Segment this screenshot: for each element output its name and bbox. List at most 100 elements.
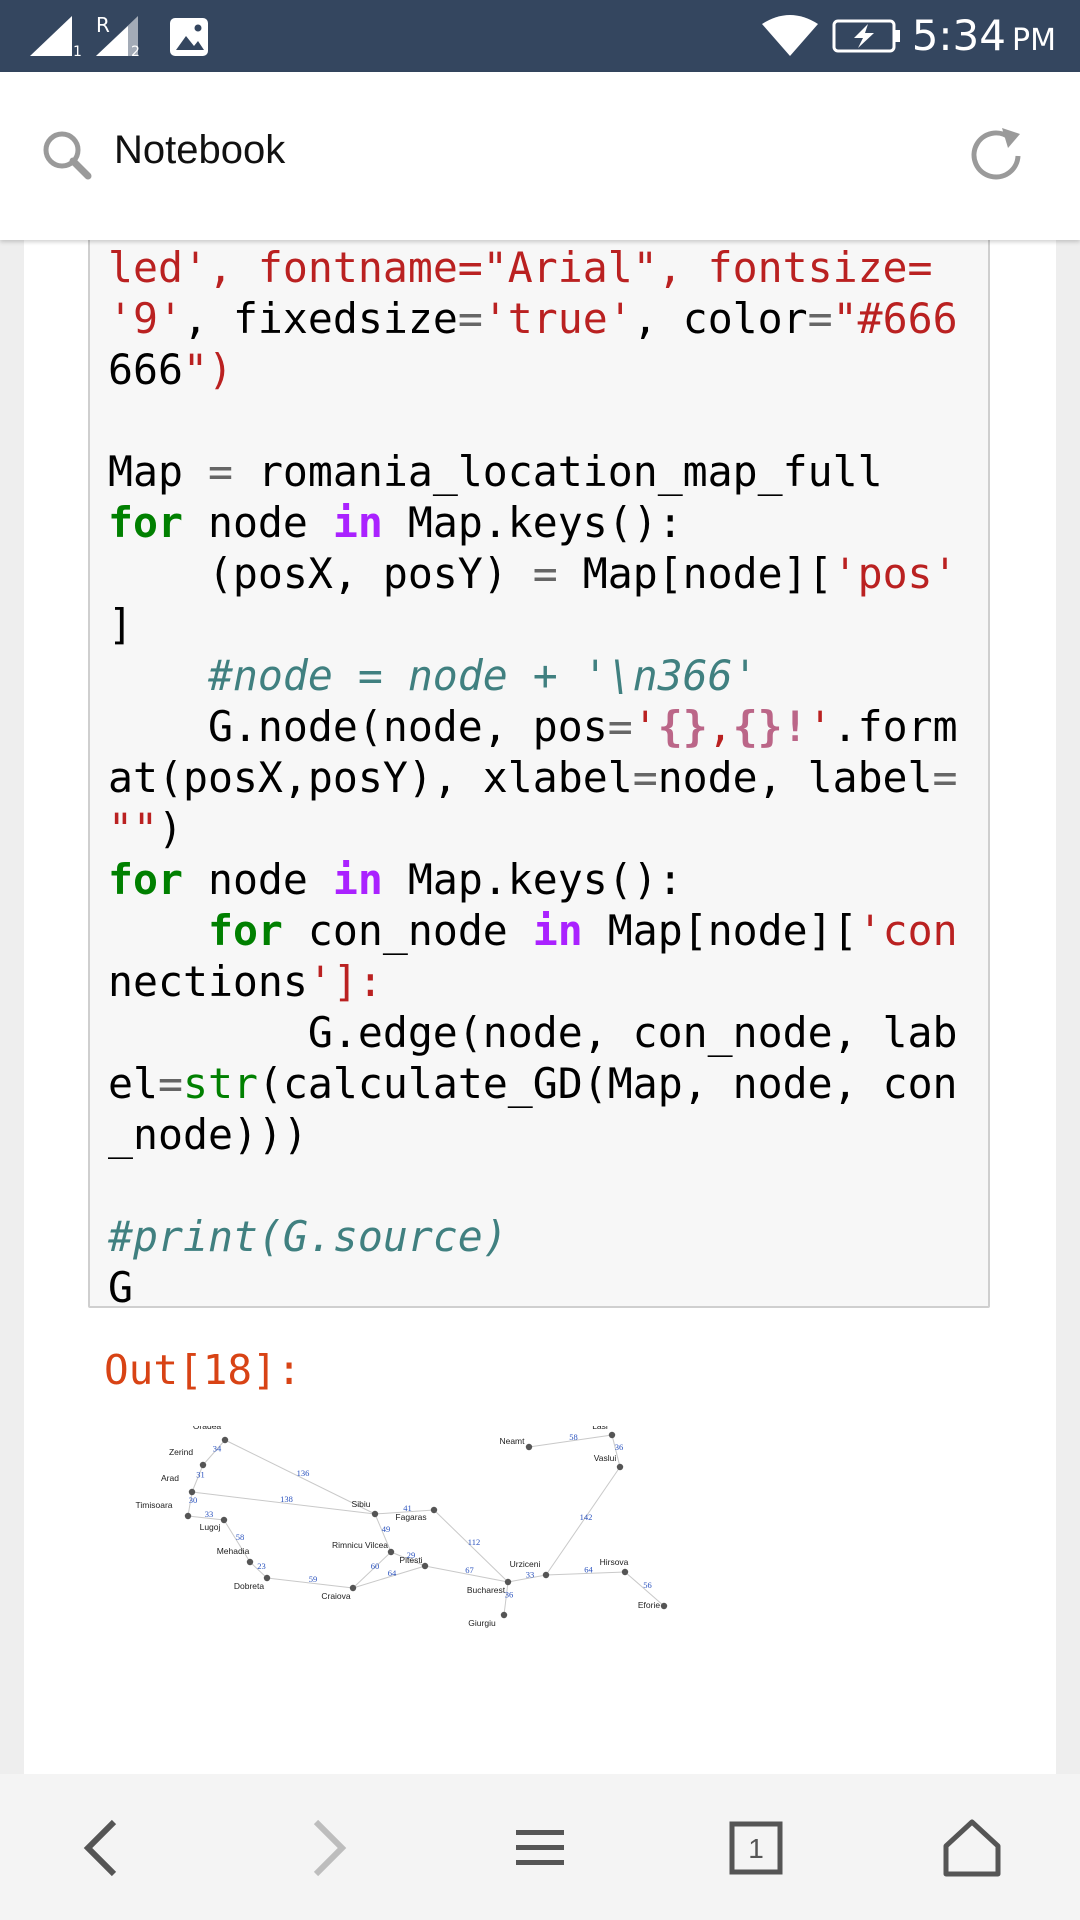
tabs-icon[interactable]: 1 <box>720 1812 792 1884</box>
graph-edge-label: 34 <box>213 1444 222 1454</box>
graph-edge-label: 31 <box>196 1470 205 1480</box>
roaming-label: R <box>96 14 110 37</box>
graph-edge-label: 58 <box>236 1532 245 1542</box>
graph-node <box>188 1488 196 1496</box>
code-line: for node in Map.keys(): <box>108 498 683 547</box>
graph-node-label: Hirsova <box>600 1557 629 1567</box>
graph-node-label: Neamt <box>499 1436 525 1446</box>
graph-node-label: Timisoara <box>136 1500 173 1510</box>
code-line: "") <box>108 804 183 853</box>
graph-node-label: Urziceni <box>510 1559 541 1569</box>
graph-node-label: Eforie <box>638 1600 660 1610</box>
code-line-text: 666") <box>108 345 233 394</box>
graph-edge-label: 58 <box>569 1432 578 1442</box>
sim1-label: 1 <box>73 44 82 58</box>
romania-graph-output: 3431 13613830335823594149296064 671123633 6… <box>136 1426 668 1628</box>
code-line: nections']: <box>108 957 383 1006</box>
sim2-label: 2 <box>131 44 140 58</box>
code-line: for node in Map.keys(): <box>108 855 683 904</box>
graph-node-label: Giurgiu <box>468 1618 496 1628</box>
graph-node-label: Dobreta <box>234 1581 265 1591</box>
graph-node-label: Arad <box>161 1473 179 1483</box>
graph-node <box>220 1516 228 1524</box>
forward-icon[interactable] <box>290 1812 362 1884</box>
code-line-text: G.edge(node, con_node, lab <box>108 1008 958 1057</box>
code-line-text: G <box>108 1263 133 1312</box>
graph-node-label: Lasi <box>592 1426 608 1431</box>
code-line: (posX, posY) = Map[node]['pos' <box>108 549 958 598</box>
reload-icon[interactable] <box>966 124 1028 186</box>
code-line: Map = romania_location_map_full <box>108 447 883 496</box>
graph-node-label: Pitesti <box>399 1555 422 1565</box>
graph-edge-label: 49 <box>382 1524 391 1534</box>
graph-edge-label: 56 <box>643 1580 652 1590</box>
search-icon[interactable] <box>40 128 94 182</box>
code-line: G.node(node, pos='{},{}!'.form <box>108 702 958 751</box>
graph-node-label: Bucharest <box>467 1585 506 1595</box>
code-line: led', fontname="Arial", fontsize= <box>108 243 933 292</box>
home-icon[interactable] <box>936 1812 1008 1884</box>
graph-node <box>542 1571 550 1579</box>
graph-node <box>504 1578 512 1586</box>
code-line-text: for node in Map.keys(): <box>108 498 683 547</box>
graph-edge-label: 67 <box>465 1565 474 1575</box>
code-line: G.edge(node, con_node, lab <box>108 1008 958 1057</box>
code-line-text: ] <box>108 600 133 649</box>
code-line: ] <box>108 600 133 649</box>
graph-node-label: Sibiu <box>352 1499 371 1509</box>
graph-node <box>349 1584 357 1592</box>
code-line: G <box>108 1263 133 1312</box>
bottom-toolbar: 1 <box>0 1774 1080 1920</box>
gallery-notification-icon <box>170 18 208 56</box>
code-line: el=str(calculate_GD(Map, node, con <box>108 1059 958 1108</box>
graph-node-label: Zerind <box>169 1447 193 1457</box>
graph-edge-label: 64 <box>584 1565 593 1575</box>
graph-node-label: Mehadia <box>217 1546 250 1556</box>
graph-node <box>660 1602 668 1610</box>
back-icon[interactable] <box>68 1812 140 1884</box>
graph-node <box>371 1510 379 1518</box>
code-line-text: el=str(calculate_GD(Map, node, con <box>108 1059 958 1108</box>
menu-icon[interactable] <box>504 1812 576 1884</box>
code-line-text: for con_node in Map[node]['con <box>207 906 958 955</box>
graph-node <box>246 1558 254 1566</box>
code-line-text: nections']: <box>108 957 383 1006</box>
code-cell[interactable]: led', fontname="Arial", fontsize= '9', f… <box>88 240 990 1312</box>
code-line-text: Map = romania_location_map_full <box>108 447 883 496</box>
code-line: 666") <box>108 345 233 394</box>
graph-node <box>500 1611 508 1619</box>
graph-node <box>263 1574 271 1582</box>
graph-node <box>525 1443 533 1451</box>
signal-icon: 1 R 2 <box>30 14 208 58</box>
graph-edge-label: 64 <box>388 1568 397 1578</box>
code-line: for con_node in Map[node]['con <box>108 906 958 955</box>
graph-node <box>184 1512 192 1520</box>
page-title[interactable]: Notebook <box>114 122 285 178</box>
graph-node <box>387 1548 395 1556</box>
code-line-text: G.node(node, pos='{},{}!'.form <box>108 702 958 751</box>
graph-edge-label: 60 <box>371 1561 380 1571</box>
address-bar[interactable]: Notebook <box>0 72 1080 240</box>
code-line: #print(G.source) <box>108 1212 508 1261</box>
graph-edge-label: 112 <box>468 1537 480 1547</box>
tab-count: 1 <box>748 1833 764 1864</box>
graph-node <box>199 1461 207 1469</box>
graph-nodes: Oradea Zerind Arad Timisoara Lugoj Mehadia Dob… <box>136 1426 668 1628</box>
graph-edge-label: 36 <box>505 1590 514 1600</box>
graph-node-label: Vaslui <box>594 1453 617 1463</box>
code-line: at(posX,posY), xlabel=node, label= <box>108 753 958 802</box>
graph-edge-label: 59 <box>309 1574 318 1584</box>
battery-charging-icon <box>832 19 900 53</box>
output-prompt: Out[18]: <box>104 1346 302 1394</box>
graph-edge-label: 33 <box>205 1509 214 1519</box>
code-line: #node = node + '\n366' <box>108 651 758 700</box>
clock-ampm: PM <box>1012 23 1056 58</box>
wifi-icon <box>762 15 818 56</box>
status-bar: 1 R 2 5:34 PM <box>0 0 1080 72</box>
code-line-text: led', fontname="Arial", fontsize= <box>108 243 933 292</box>
code-line-text: #node = node + '\n366' <box>108 651 758 700</box>
graph-node <box>608 1431 616 1439</box>
graph-edge-label: 136 <box>297 1468 310 1478</box>
code-line-text: '9', fixedsize='true', color="#666 <box>108 294 958 343</box>
graph-node <box>221 1436 229 1444</box>
